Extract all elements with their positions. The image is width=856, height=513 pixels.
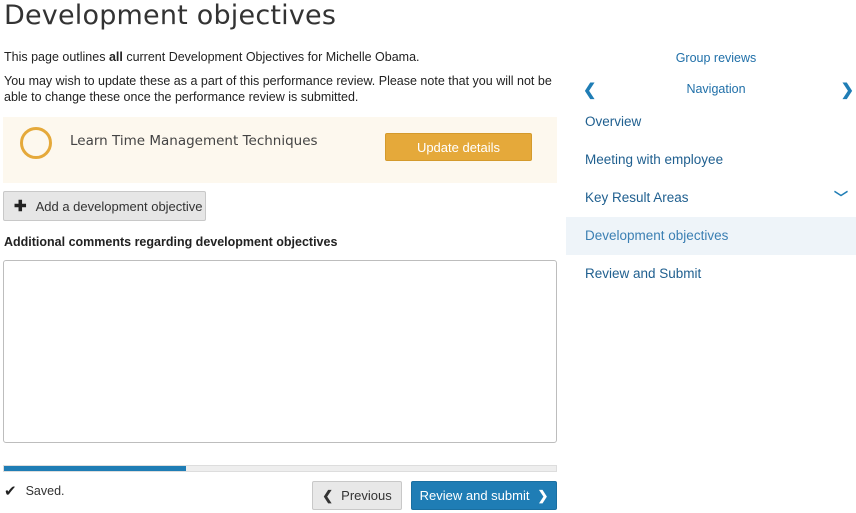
objective-title: Learn Time Management Techniques: [70, 133, 318, 149]
objective-status-ring-icon: [20, 127, 52, 159]
check-icon: ✔: [4, 483, 17, 500]
intro-text: This page outlines all current Developme…: [4, 49, 560, 113]
previous-label: Previous: [341, 488, 392, 503]
intro-line1-before: This page outlines: [4, 50, 109, 64]
comments-label: Additional comments regarding developmen…: [4, 235, 338, 249]
page-title: Development objectives: [4, 0, 337, 31]
nav-next-chevron-icon[interactable]: ❯: [841, 80, 854, 100]
saved-text: Saved.: [25, 484, 65, 498]
nav-item-meeting-with-employee[interactable]: Meeting with employee: [566, 141, 856, 179]
saved-status: ✔ Saved.: [4, 482, 65, 500]
progress-bar-fill: [4, 466, 187, 471]
nav-item-development-objectives[interactable]: Development objectives: [566, 217, 856, 255]
nav-item-review-and-submit[interactable]: Review and Submit: [566, 255, 856, 293]
chevron-right-icon: ❯: [537, 487, 549, 503]
add-objective-label: Add a development objective: [35, 198, 203, 214]
nav-item-overview[interactable]: Overview: [566, 103, 856, 141]
nav-item-key-result-areas-label: Key Result Areas: [585, 190, 689, 205]
navigation-list: Overview Meeting with employee Key Resul…: [566, 103, 856, 293]
group-reviews-link[interactable]: Group reviews: [566, 51, 856, 65]
chevron-down-icon[interactable]: ﹀: [834, 179, 848, 217]
navigation-header: ❮ Navigation ❯: [566, 80, 856, 100]
chevron-left-icon: ❮: [322, 487, 334, 503]
intro-paragraph-2: You may wish to update these as a part o…: [4, 74, 552, 104]
intro-paragraph-1: This page outlines all current Developme…: [4, 49, 560, 65]
plus-icon: ✚: [14, 198, 27, 215]
intro-line1-after: current Development Objectives for Miche…: [122, 50, 420, 64]
review-and-submit-button[interactable]: Review and submit ❯: [411, 481, 557, 510]
previous-button[interactable]: ❮ Previous: [312, 481, 402, 510]
submit-label: Review and submit: [419, 488, 530, 503]
objective-card: Learn Time Management Techniques Update …: [3, 117, 557, 183]
comments-textarea[interactable]: [3, 260, 557, 443]
progress-bar: [3, 465, 557, 472]
nav-item-key-result-areas[interactable]: Key Result Areas ﹀: [566, 179, 856, 217]
intro-line1-bold: all: [108, 50, 123, 64]
navigation-title: Navigation: [686, 82, 746, 96]
update-details-button[interactable]: Update details: [385, 133, 532, 161]
add-development-objective-button[interactable]: ✚ Add a development objective: [3, 191, 206, 221]
